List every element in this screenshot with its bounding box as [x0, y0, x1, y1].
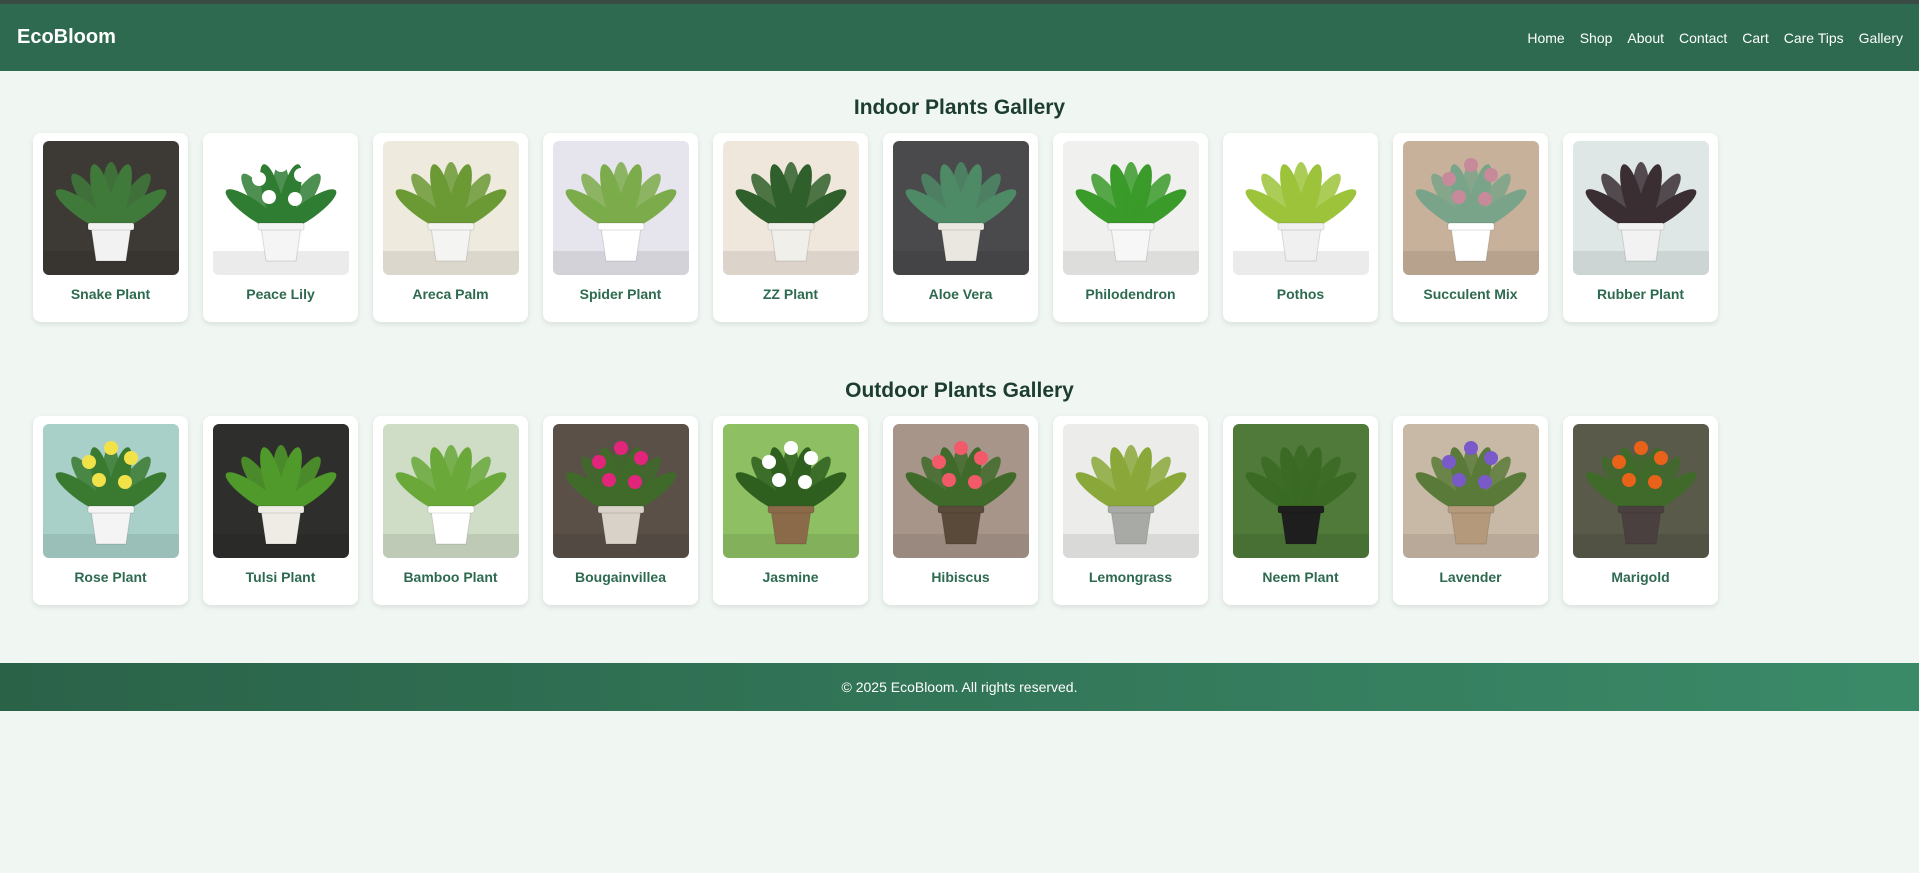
- plant-image-peace-lily[interactable]: [212, 141, 349, 275]
- plant-image-rose-plant[interactable]: [42, 424, 179, 558]
- plant-image-spider-plant[interactable]: [552, 141, 689, 275]
- plant-card-areca-palm[interactable]: Areca Palm: [373, 133, 528, 322]
- plant-name: Bougainvillea: [574, 569, 667, 585]
- plant-card-rose-plant[interactable]: Rose Plant: [33, 416, 188, 605]
- plant-image-bamboo-plant[interactable]: [382, 424, 519, 558]
- nav-shop[interactable]: Shop: [1580, 30, 1613, 46]
- plant-image-lavender[interactable]: [1402, 424, 1539, 558]
- plant-name: Marigold: [1611, 569, 1670, 585]
- plant-name: Snake Plant: [70, 286, 151, 302]
- nav-home[interactable]: Home: [1527, 30, 1564, 46]
- plant-name: Rose Plant: [74, 569, 147, 585]
- plant-card-tulsi-plant[interactable]: Tulsi Plant: [203, 416, 358, 605]
- plant-image-marigold[interactable]: [1572, 424, 1709, 558]
- plant-image-lemongrass[interactable]: [1062, 424, 1199, 558]
- plant-card-zz-plant[interactable]: ZZ Plant: [713, 133, 868, 322]
- plant-name: Peace Lily: [246, 286, 315, 302]
- plant-card-marigold[interactable]: Marigold: [1563, 416, 1718, 605]
- nav-care-tips[interactable]: Care Tips: [1784, 30, 1844, 46]
- plant-card-aloe-vera[interactable]: Aloe Vera: [883, 133, 1038, 322]
- plant-name: Spider Plant: [579, 286, 662, 302]
- plant-image-jasmine[interactable]: [722, 424, 859, 558]
- plant-image-bougainvillea[interactable]: [552, 424, 689, 558]
- plant-image-zz-plant[interactable]: [722, 141, 859, 275]
- plant-name: Areca Palm: [412, 286, 489, 302]
- indoor-gallery-grid: Snake Plant Peace Lily Areca Palm Spider Pl…: [0, 133, 1919, 322]
- plant-card-jasmine[interactable]: Jasmine: [713, 416, 868, 605]
- plant-card-pothos[interactable]: Pothos: [1223, 133, 1378, 322]
- plant-card-hibiscus[interactable]: Hibiscus: [883, 416, 1038, 605]
- plant-card-philodendron[interactable]: Philodendron: [1053, 133, 1208, 322]
- main-nav: Home Shop About Contact Cart Care Tips G…: [1527, 30, 1903, 46]
- plant-name: ZZ Plant: [762, 286, 819, 302]
- indoor-gallery-title: Indoor Plants Gallery: [853, 96, 1066, 119]
- site-header: EcoBloom Home Shop About Contact Cart Ca…: [0, 4, 1919, 71]
- plant-image-pothos[interactable]: [1232, 141, 1369, 275]
- nav-contact[interactable]: Contact: [1679, 30, 1727, 46]
- plant-card-snake-plant[interactable]: Snake Plant: [33, 133, 188, 322]
- plant-name: Lavender: [1439, 569, 1502, 585]
- plant-image-neem-plant[interactable]: [1232, 424, 1369, 558]
- plant-image-hibiscus[interactable]: [892, 424, 1029, 558]
- plant-card-lemongrass[interactable]: Lemongrass: [1053, 416, 1208, 605]
- plant-card-lavender[interactable]: Lavender: [1393, 416, 1548, 605]
- plant-name: Tulsi Plant: [245, 569, 316, 585]
- plant-card-neem-plant[interactable]: Neem Plant: [1223, 416, 1378, 605]
- plant-image-areca-palm[interactable]: [382, 141, 519, 275]
- plant-name: Aloe Vera: [928, 286, 993, 302]
- plant-card-bamboo-plant[interactable]: Bamboo Plant: [373, 416, 528, 605]
- plant-image-tulsi-plant[interactable]: [212, 424, 349, 558]
- plant-name: Rubber Plant: [1596, 286, 1685, 302]
- plant-name: Jasmine: [762, 569, 819, 585]
- plant-name: Succulent Mix: [1423, 286, 1518, 302]
- plant-name: Lemongrass: [1088, 569, 1173, 585]
- plant-image-succulent-mix[interactable]: [1402, 141, 1539, 275]
- plant-image-philodendron[interactable]: [1062, 141, 1199, 275]
- plant-card-bougainvillea[interactable]: Bougainvillea: [543, 416, 698, 605]
- outdoor-gallery-title: Outdoor Plants Gallery: [845, 379, 1074, 402]
- plant-image-aloe-vera[interactable]: [892, 141, 1029, 275]
- site-footer: © 2025 EcoBloom. All rights reserved.: [0, 663, 1919, 711]
- plant-name: Pothos: [1276, 286, 1325, 302]
- brand-logo[interactable]: EcoBloom: [17, 26, 116, 49]
- plant-card-rubber-plant[interactable]: Rubber Plant: [1563, 133, 1718, 322]
- plant-image-rubber-plant[interactable]: [1572, 141, 1709, 275]
- plant-card-spider-plant[interactable]: Spider Plant: [543, 133, 698, 322]
- plant-card-peace-lily[interactable]: Peace Lily: [203, 133, 358, 322]
- nav-about[interactable]: About: [1627, 30, 1664, 46]
- plant-name: Bamboo Plant: [403, 569, 498, 585]
- plant-name: Philodendron: [1085, 286, 1176, 302]
- outdoor-gallery-grid: Rose Plant Tulsi Plant Bamboo Plant Bougain…: [0, 416, 1919, 605]
- plant-card-succulent-mix[interactable]: Succulent Mix: [1393, 133, 1548, 322]
- plant-name: Hibiscus: [931, 569, 990, 585]
- plant-image-snake-plant[interactable]: [42, 141, 179, 275]
- nav-cart[interactable]: Cart: [1742, 30, 1768, 46]
- plant-name: Neem Plant: [1262, 569, 1339, 585]
- nav-gallery[interactable]: Gallery: [1859, 30, 1903, 46]
